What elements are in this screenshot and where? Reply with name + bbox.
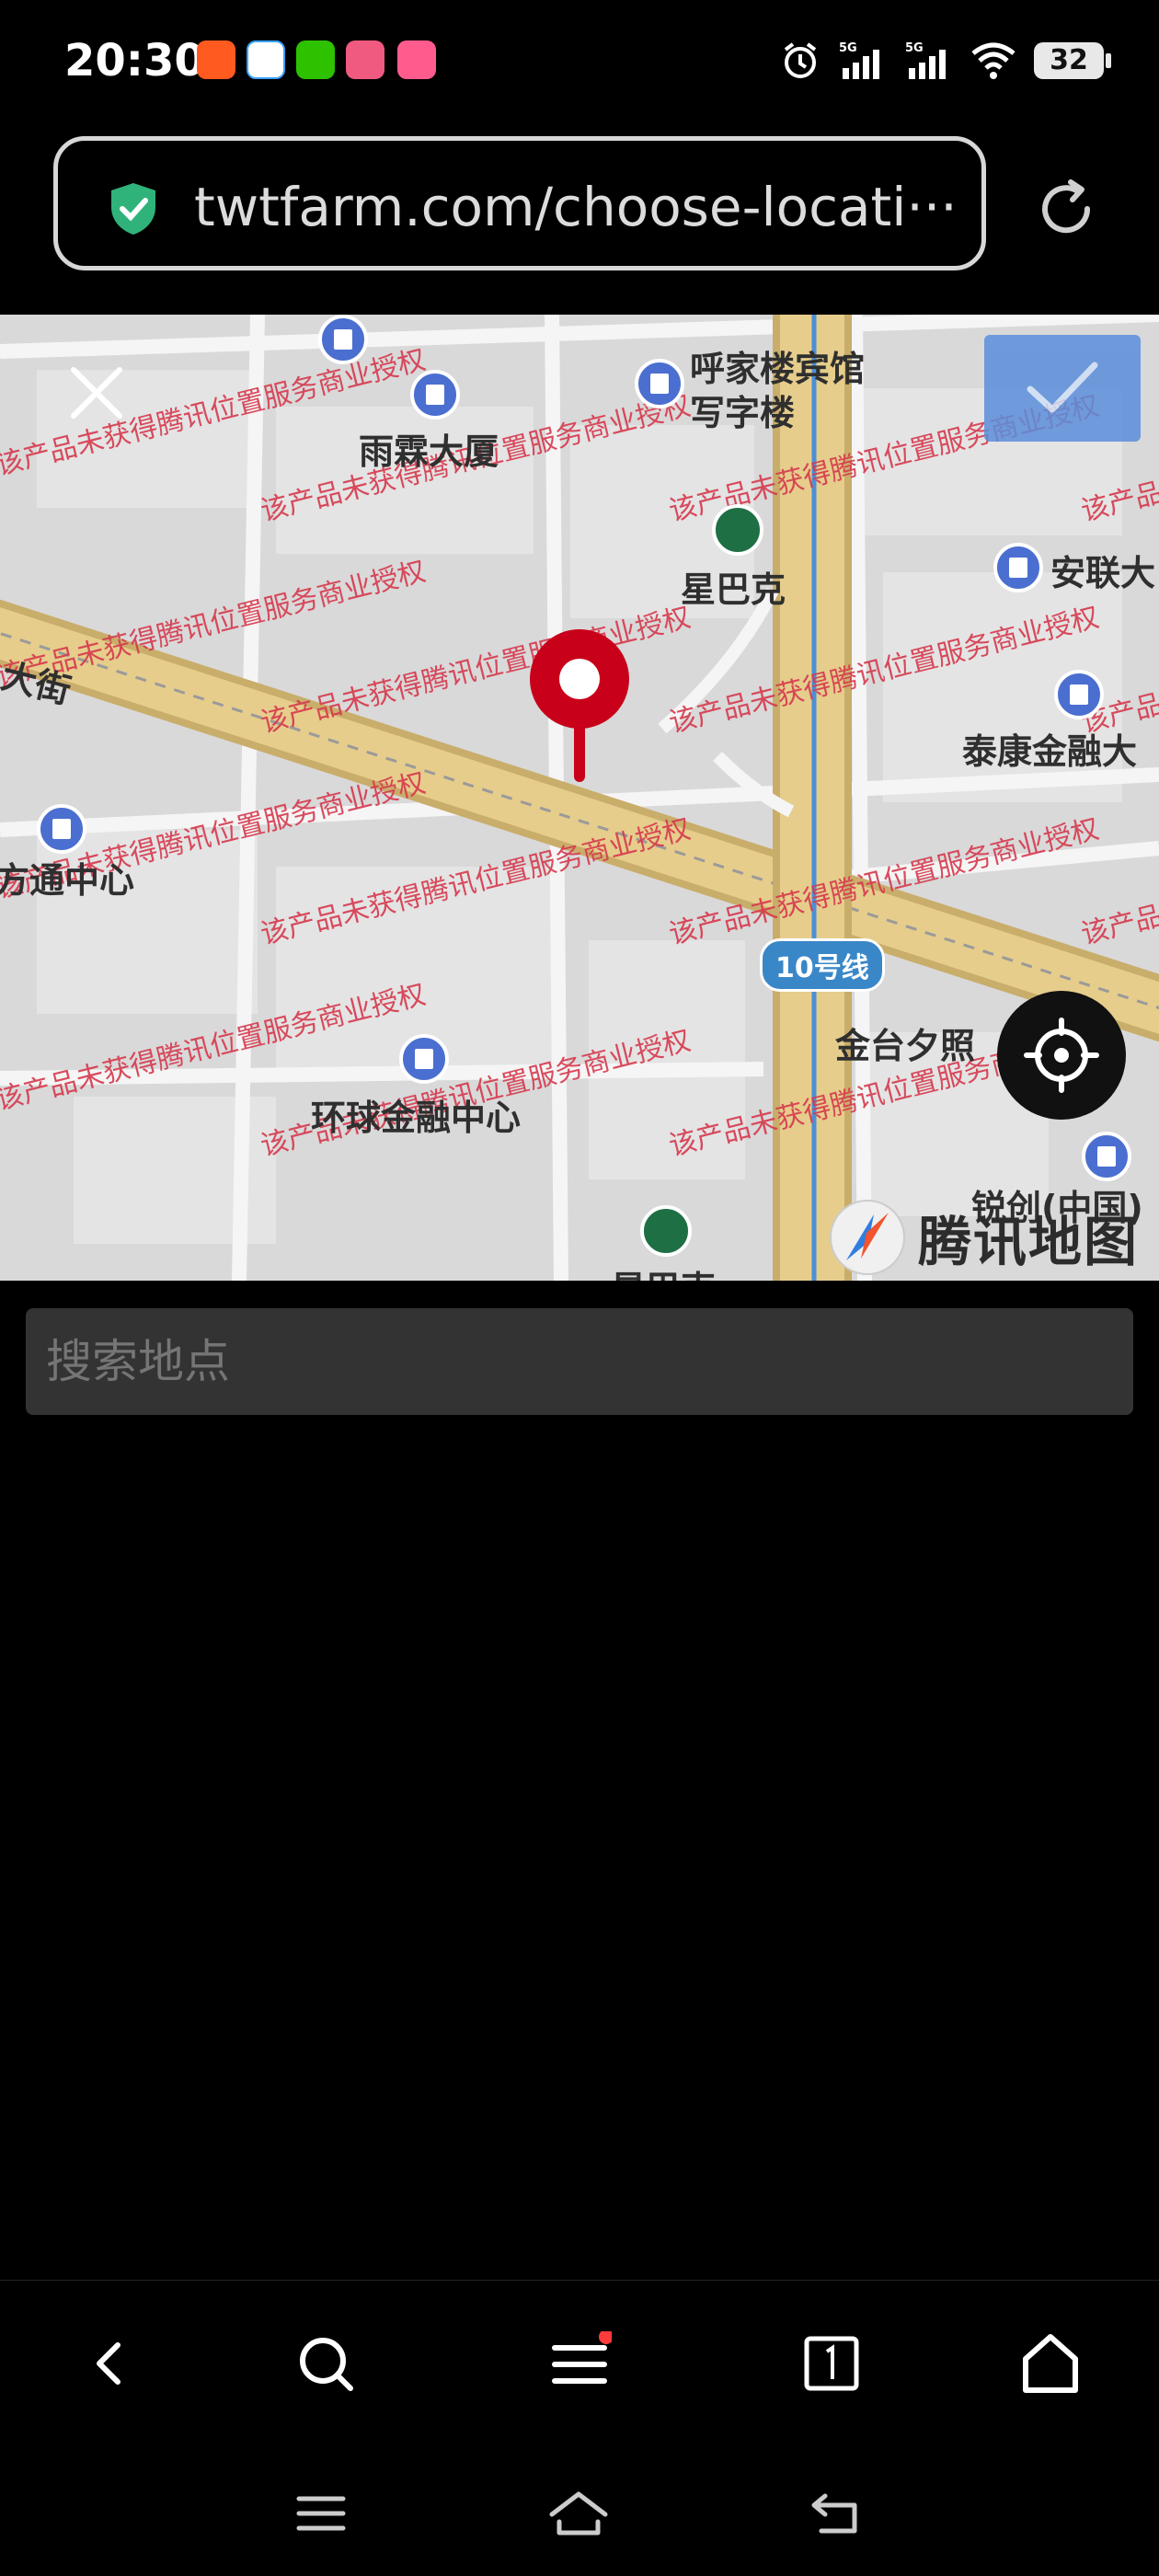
system-back-button[interactable] bbox=[804, 2486, 868, 2541]
address-bar[interactable]: twtfarm.com/choose-locati··· bbox=[53, 136, 986, 270]
starbucks-poi-icon[interactable] bbox=[712, 504, 763, 556]
game-app-icon bbox=[346, 40, 384, 79]
search-icon bbox=[300, 2338, 353, 2391]
building-poi-icon[interactable] bbox=[399, 1034, 449, 1084]
home-icon bbox=[1023, 2334, 1078, 2393]
building-poi-icon[interactable] bbox=[1082, 1132, 1131, 1181]
map-label: 写字楼 bbox=[690, 393, 796, 433]
wechat-app-icon bbox=[296, 40, 335, 79]
tabs-button[interactable] bbox=[787, 2319, 876, 2408]
svg-text:5G: 5G bbox=[839, 41, 857, 55]
map-label: 金台夕照 bbox=[835, 1026, 976, 1066]
map-label: 方通中心 bbox=[0, 860, 135, 901]
browser-bottom-toolbar bbox=[0, 2280, 1159, 2446]
map-provider-logo: 腾讯地图 bbox=[828, 1198, 1139, 1277]
map-label: 泰康金融大 bbox=[962, 731, 1138, 772]
battery-indicator: 32 bbox=[1034, 42, 1111, 79]
signal-icon: 5G bbox=[839, 41, 879, 79]
back-arrow-icon bbox=[811, 2493, 857, 2534]
close-icon[interactable] bbox=[64, 361, 129, 425]
recent-apps-button[interactable] bbox=[289, 2486, 353, 2541]
map-label: 雨霖大厦 bbox=[359, 431, 499, 472]
alarm-icon bbox=[784, 42, 817, 78]
signal-icon-2: 5G bbox=[905, 41, 946, 79]
building-poi-icon[interactable] bbox=[1054, 670, 1104, 719]
map-label: 星巴克 bbox=[681, 569, 786, 610]
building-poi-icon[interactable] bbox=[410, 370, 460, 420]
status-bar: 20:30 5G 5G 32 bbox=[0, 0, 1159, 129]
home-button[interactable] bbox=[1006, 2319, 1095, 2408]
menu-button[interactable] bbox=[535, 2319, 624, 2408]
map-label: 呼家楼宾馆 bbox=[690, 349, 866, 389]
building-poi-icon[interactable] bbox=[635, 359, 684, 408]
secure-shield-icon bbox=[111, 183, 155, 235]
map-provider-name: 腾讯地图 bbox=[918, 1211, 1140, 1273]
building-poi-icon[interactable] bbox=[993, 543, 1043, 592]
my-location-button[interactable] bbox=[997, 991, 1126, 1120]
wifi-icon bbox=[971, 42, 1016, 79]
search-button[interactable] bbox=[281, 2319, 370, 2408]
metro-line-badge: 10号线 bbox=[760, 938, 885, 992]
system-navigation-bar bbox=[0, 2466, 1159, 2558]
bilibili-app-icon bbox=[397, 40, 436, 79]
menu-icon bbox=[296, 2496, 346, 2531]
location-pin-icon bbox=[530, 629, 629, 782]
system-home-button[interactable] bbox=[546, 2486, 611, 2541]
map-label: 星巴克 bbox=[611, 1260, 716, 1281]
hamburger-menu-icon bbox=[552, 2331, 612, 2384]
starbucks-poi-icon[interactable] bbox=[640, 1205, 692, 1257]
search-location-input[interactable] bbox=[26, 1308, 1133, 1415]
map-label: 环球金融中心 bbox=[311, 1098, 522, 1138]
status-time: 20:30 bbox=[64, 35, 205, 86]
checkmark-icon bbox=[1027, 362, 1098, 413]
map-base bbox=[0, 315, 1159, 1281]
confirm-location-button[interactable] bbox=[984, 335, 1141, 442]
taobao-app-icon bbox=[197, 40, 235, 79]
system-status-icons: 5G 5G 32 bbox=[780, 35, 1111, 86]
svg-text:5G: 5G bbox=[905, 41, 924, 55]
crosshair-icon bbox=[1024, 1018, 1099, 1093]
back-button[interactable] bbox=[64, 2319, 153, 2408]
tab-count-icon bbox=[804, 2336, 859, 2391]
qq-app-icon bbox=[247, 40, 285, 79]
reload-icon[interactable] bbox=[1032, 175, 1100, 243]
map-view[interactable]: 该产品未获得腾讯位置服务商业授权 该产品未获得腾讯位置服务商业授权 该产品未获得… bbox=[0, 315, 1159, 1281]
map-label: 安联大 bbox=[1050, 553, 1156, 593]
chevron-left-icon bbox=[97, 2342, 120, 2385]
building-poi-icon[interactable] bbox=[318, 315, 368, 364]
home-outline-icon bbox=[549, 2491, 608, 2536]
tencent-map-logo-icon bbox=[830, 1200, 905, 1275]
building-poi-icon[interactable] bbox=[37, 804, 86, 854]
url-text: twtfarm.com/choose-locati··· bbox=[194, 176, 958, 238]
